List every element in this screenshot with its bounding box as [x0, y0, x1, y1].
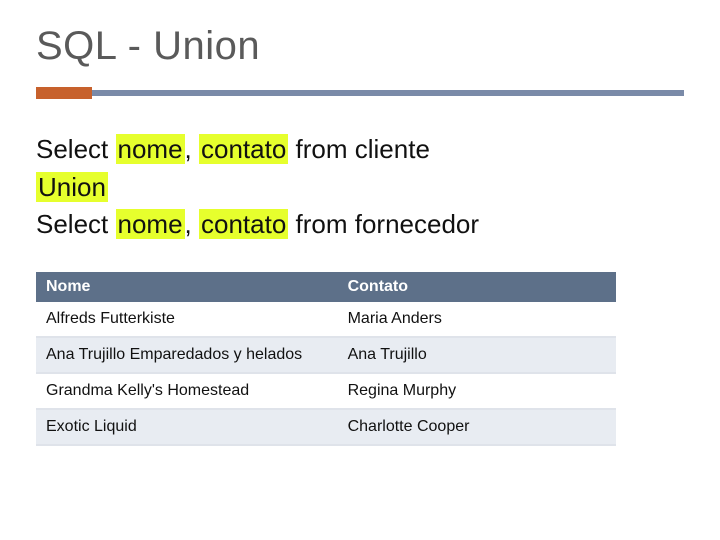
table-cell: Alfreds Futterkiste [36, 302, 338, 337]
rule-accent [36, 87, 92, 99]
sql-text: from cliente [288, 134, 430, 164]
table-cell: Ana Trujillo Emparedados y helados [36, 337, 338, 373]
table-cell: Exotic Liquid [36, 409, 338, 445]
table-cell: Maria Anders [338, 302, 616, 337]
sql-line-3: Select nome, contato from fornecedor [36, 206, 684, 244]
table-cell: Regina Murphy [338, 373, 616, 409]
sql-line-2: Union [36, 169, 684, 207]
sql-line-1: Select nome, contato from cliente [36, 131, 684, 169]
sql-text: , [185, 209, 199, 239]
table-cell: Ana Trujillo [338, 337, 616, 373]
sql-text: , [185, 134, 199, 164]
table-row: Exotic Liquid Charlotte Cooper [36, 409, 616, 445]
table-row: Grandma Kelly's Homestead Regina Murphy [36, 373, 616, 409]
table-header-nome: Nome [36, 272, 338, 302]
sql-highlight: nome [116, 134, 185, 164]
table-row: Ana Trujillo Emparedados y helados Ana T… [36, 337, 616, 373]
table-header-row: Nome Contato [36, 272, 616, 302]
table-row: Alfreds Futterkiste Maria Anders [36, 302, 616, 337]
sql-highlight: nome [116, 209, 185, 239]
title-rule [36, 87, 684, 99]
table-header-contato: Contato [338, 272, 616, 302]
sql-highlight: contato [199, 134, 288, 164]
sql-highlight: Union [36, 172, 108, 202]
table-cell: Grandma Kelly's Homestead [36, 373, 338, 409]
sql-text: Select [36, 209, 116, 239]
sql-text: Select [36, 134, 116, 164]
sql-text: from fornecedor [288, 209, 479, 239]
slide-title: SQL - Union [36, 24, 684, 69]
rule-bar [36, 90, 684, 96]
sql-highlight: contato [199, 209, 288, 239]
slide: SQL - Union Select nome, contato from cl… [0, 0, 720, 540]
result-table: Nome Contato Alfreds Futterkiste Maria A… [36, 272, 616, 446]
sql-block: Select nome, contato from cliente Union … [36, 131, 684, 244]
table-cell: Charlotte Cooper [338, 409, 616, 445]
